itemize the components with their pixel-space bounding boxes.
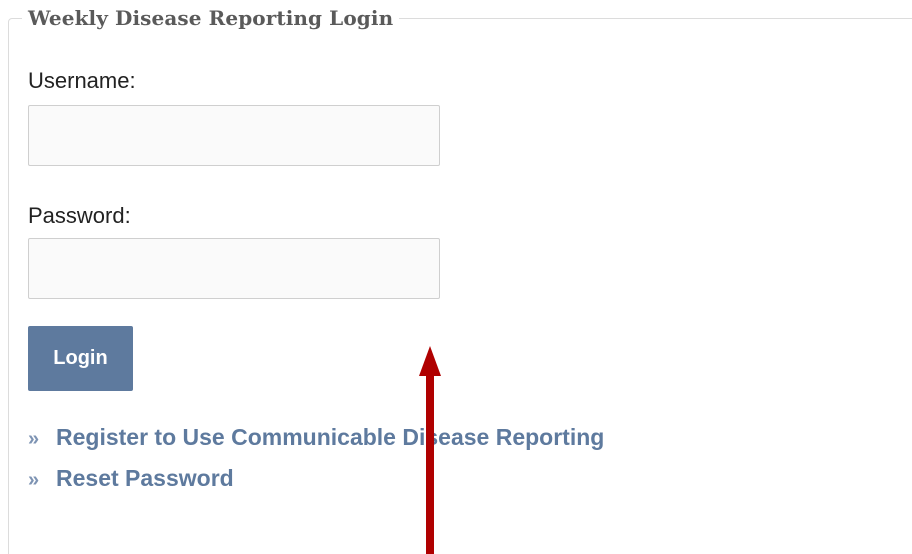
arrow-shaft [426,372,434,554]
arrow-up-icon [419,346,441,376]
annotation-arrow [419,346,441,554]
login-page: Weekly Disease Reporting Login Username:… [0,0,912,554]
